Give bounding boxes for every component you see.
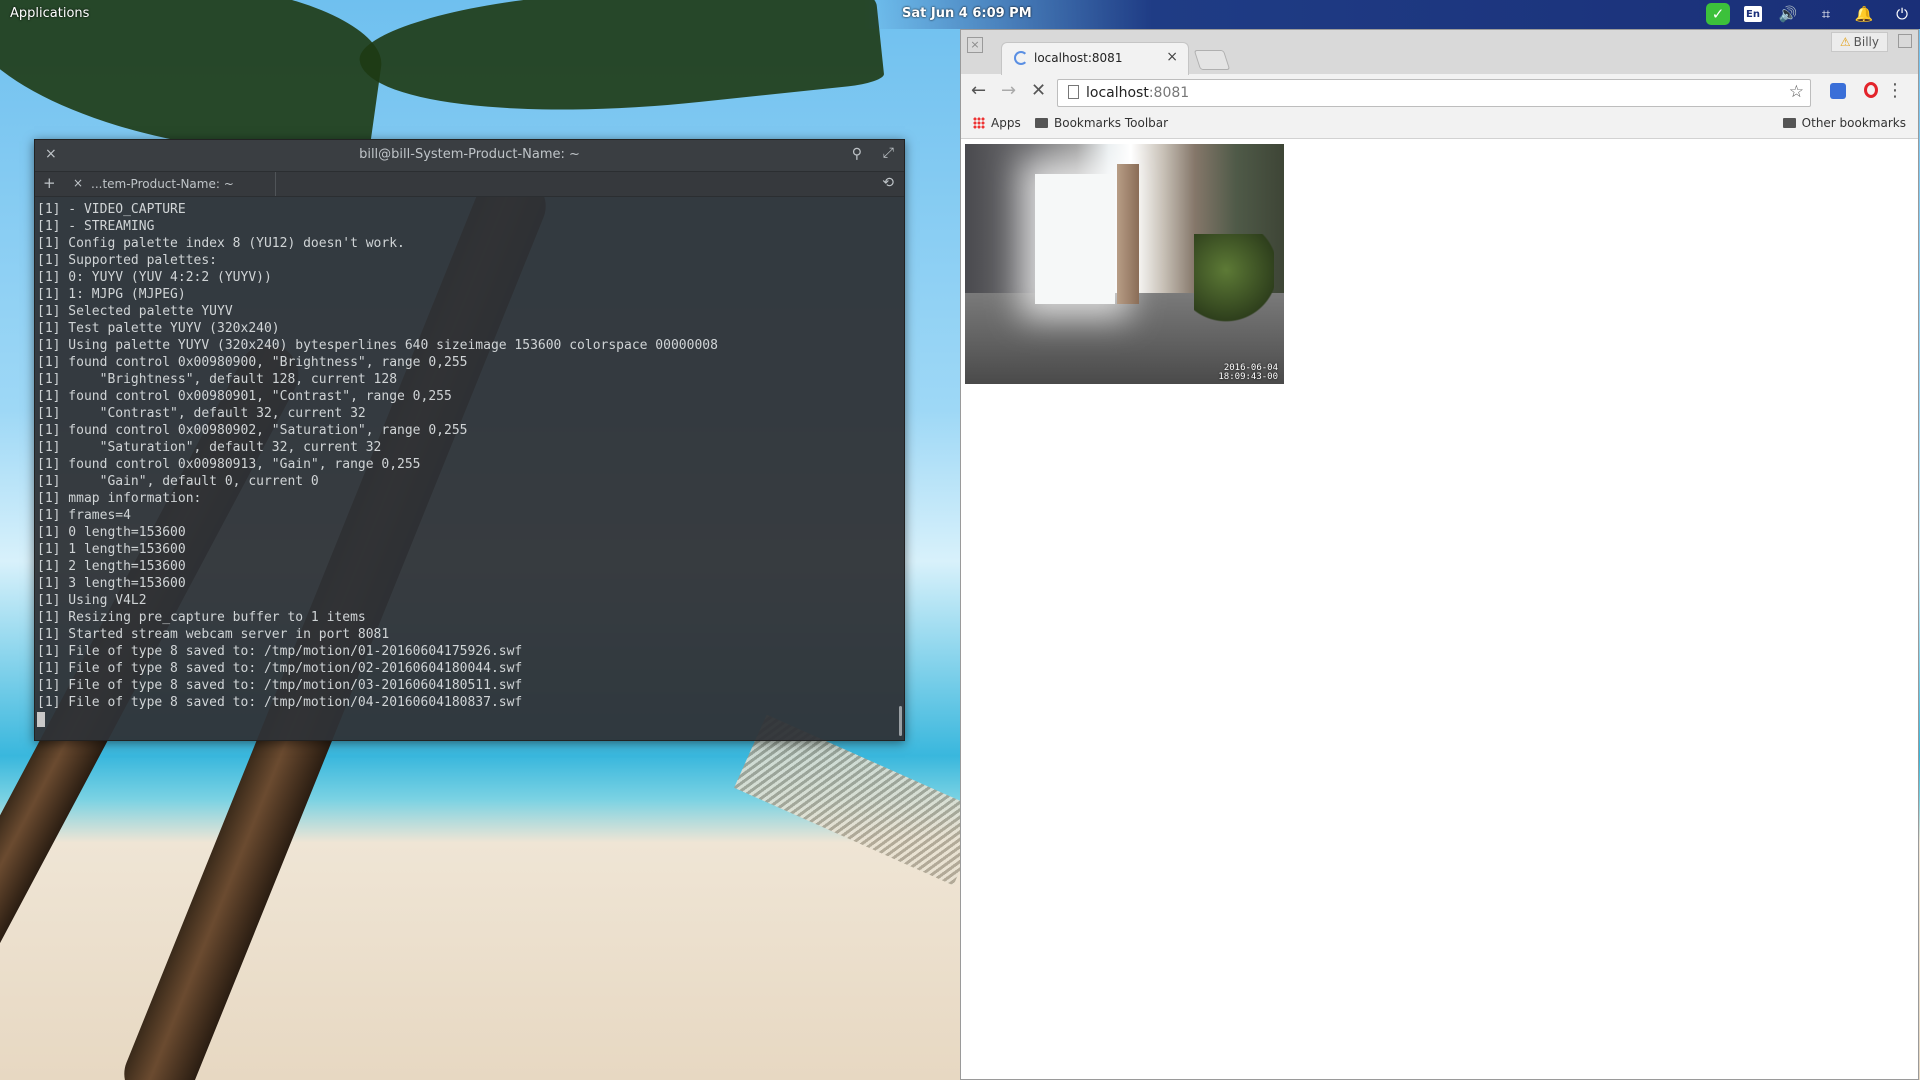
terminal-line: [1] File of type 8 saved to: /tmp/motion… xyxy=(37,678,523,693)
system-tray: ✓ En 🔊 ⌗ 🔔 ⏻ xyxy=(1706,3,1914,25)
terminal-title: bill@bill-System-Product-Name: ~ xyxy=(359,147,580,162)
update-check-icon[interactable]: ✓ xyxy=(1706,3,1730,25)
browser-tab-title: localhost:8081 xyxy=(1034,51,1123,65)
terminal-line: [1] - VIDEO_CAPTURE xyxy=(37,202,186,217)
bookmarks-bar: Apps Bookmarks Toolbar Other bookmarks xyxy=(961,110,1918,137)
address-bar[interactable]: localhost:8081 ☆ xyxy=(1057,79,1811,107)
browser-tab-close-icon[interactable]: × xyxy=(1166,49,1178,65)
volume-icon[interactable]: 🔊 xyxy=(1776,3,1800,25)
window-close-icon[interactable]: × xyxy=(967,37,983,53)
terminal-line: [1] "Gain", default 0, current 0 xyxy=(37,474,319,489)
browser-toolbar: ← → ✕ localhost:8081 ☆ ⋮ xyxy=(961,74,1918,110)
power-icon[interactable]: ⏻ xyxy=(1890,3,1914,25)
terminal-line: [1] "Saturation", default 32, current 32 xyxy=(37,440,382,455)
webcam-timestamp: 2016-06-04 18:09:43-00 xyxy=(1218,364,1278,382)
folder-icon xyxy=(1782,118,1796,128)
terminal-cursor xyxy=(37,712,45,727)
terminal-line: [1] - STREAMING xyxy=(37,219,155,234)
keyboard-layout-icon[interactable]: En xyxy=(1744,6,1762,22)
terminal-line: [1] Using V4L2 xyxy=(37,593,147,608)
browser-chrome: × localhost:8081 × ⚠ Billy ← → ✕ localhos… xyxy=(961,30,1918,139)
terminal-line: [1] File of type 8 saved to: /tmp/motion… xyxy=(37,695,523,710)
terminal-tab[interactable]: × ...tem-Product-Name: ~ xyxy=(65,172,276,196)
folder-icon xyxy=(1035,118,1048,128)
loading-spinner-icon xyxy=(1014,51,1028,65)
maximize-icon[interactable]: ⤢ xyxy=(883,145,894,161)
extension-icon[interactable] xyxy=(1830,83,1846,99)
url-port: :8081 xyxy=(1148,85,1190,101)
terminal-line: [1] 2 length=153600 xyxy=(37,559,186,574)
terminal-line: [1] 3 length=153600 xyxy=(37,576,186,591)
terminal-line: [1] 0: YUYV (YUV 4:2:2 (YUYV)) xyxy=(37,270,272,285)
terminal-line: [1] 0 length=153600 xyxy=(37,525,186,540)
terminal-line: [1] Supported palettes: xyxy=(37,253,218,268)
terminal-line: [1] File of type 8 saved to: /tmp/motion… xyxy=(37,644,523,659)
webcam-stream-image: 2016-06-04 18:09:43-00 xyxy=(965,144,1284,384)
bookmark-apps[interactable]: Apps xyxy=(973,116,1021,130)
terminal-line: [1] found control 0x00980902, "Saturatio… xyxy=(37,423,468,438)
terminal-tabbar: + × ...tem-Product-Name: ~ ⟲ xyxy=(35,172,904,197)
terminal-line: [1] "Brightness", default 128, current 1… xyxy=(37,372,398,387)
history-icon[interactable]: ⟲ xyxy=(882,175,894,191)
warning-icon: ⚠ xyxy=(1839,35,1851,49)
terminal-window[interactable]: × bill@bill-System-Product-Name: ~ ⚲ ⤢ +… xyxy=(34,139,905,741)
terminal-line: [1] found control 0x00980900, "Brightnes… xyxy=(37,355,468,370)
webcam-timestamp-time: 18:09:43-00 xyxy=(1218,372,1278,382)
terminal-tab-label: ...tem-Product-Name: ~ xyxy=(91,177,234,191)
terminal-cursor-line xyxy=(37,711,902,728)
bookmarks-toolbar-folder[interactable]: Bookmarks Toolbar xyxy=(1035,116,1168,130)
terminal-line: [1] Config palette index 8 (YU12) doesn'… xyxy=(37,236,405,251)
terminal-line: [1] 1 length=153600 xyxy=(37,542,186,557)
browser-menu-icon[interactable]: ⋮ xyxy=(1886,80,1904,101)
terminal-line: [1] found control 0x00980913, "Gain", ra… xyxy=(37,457,421,472)
terminal-line: [1] File of type 8 saved to: /tmp/motion… xyxy=(37,661,523,676)
terminal-line: [1] Test palette YUYV (320x240) xyxy=(37,321,280,336)
terminal-line: [1] Using palette YUYV (320x240) bytespe… xyxy=(37,338,718,353)
terminal-line: [1] Started stream webcam server in port… xyxy=(37,627,390,642)
notification-bell-icon[interactable]: 🔔 xyxy=(1852,3,1876,25)
webcam-window xyxy=(1035,174,1115,304)
page-info-icon[interactable] xyxy=(1068,85,1079,99)
back-button[interactable]: ← xyxy=(971,80,986,101)
terminal-output[interactable]: [1] - VIDEO_CAPTURE [1] - STREAMING [1] Co… xyxy=(35,197,904,728)
top-panel: Applications Sat Jun 4 6:09 PM ✓ En 🔊 ⌗ … xyxy=(0,0,1920,29)
other-bookmarks-folder[interactable]: Other bookmarks xyxy=(1782,116,1906,130)
webcam-curtain xyxy=(1117,164,1139,304)
terminal-line: [1] frames=4 xyxy=(37,508,131,523)
new-tab-button[interactable] xyxy=(1193,50,1231,70)
browser-tabstrip: × localhost:8081 × ⚠ Billy xyxy=(961,30,1918,75)
other-bookmarks-label: Other bookmarks xyxy=(1801,116,1906,130)
terminal-line: [1] Selected palette YUYV xyxy=(37,304,233,319)
stop-button[interactable]: ✕ xyxy=(1031,80,1046,101)
tab-close-icon[interactable]: × xyxy=(73,176,83,190)
terminal-scrollbar[interactable] xyxy=(899,706,902,736)
network-icon[interactable]: ⌗ xyxy=(1814,3,1838,25)
new-tab-icon[interactable]: + xyxy=(43,174,56,192)
opera-extension-icon[interactable] xyxy=(1864,82,1878,98)
terminal-line: [1] Resizing pre_capture buffer to 1 ite… xyxy=(37,610,366,625)
url-host: localhost xyxy=(1086,85,1149,101)
terminal-titlebar[interactable]: × bill@bill-System-Product-Name: ~ ⚲ ⤢ xyxy=(35,140,904,172)
terminal-line: [1] 1: MJPG (MJPEG) xyxy=(37,287,186,302)
terminal-line: [1] mmap information: xyxy=(37,491,202,506)
clock[interactable]: Sat Jun 4 6:09 PM xyxy=(902,6,1032,21)
page-content: 2016-06-04 18:09:43-00 xyxy=(961,139,1918,1079)
bookmark-apps-label: Apps xyxy=(991,116,1021,130)
browser-tab-active[interactable]: localhost:8081 × xyxy=(1001,42,1189,75)
profile-name: Billy xyxy=(1853,35,1879,49)
apps-grid-icon xyxy=(973,117,985,129)
search-icon[interactable]: ⚲ xyxy=(852,146,862,162)
profile-button[interactable]: ⚠ Billy xyxy=(1830,32,1888,52)
terminal-line: [1] "Contrast", default 32, current 32 xyxy=(37,406,366,421)
window-restore-icon[interactable] xyxy=(1898,34,1912,48)
terminal-line: [1] found control 0x00980901, "Contrast"… xyxy=(37,389,452,404)
webcam-plant xyxy=(1194,234,1274,324)
url-text[interactable]: localhost:8081 xyxy=(1086,85,1189,101)
bookmark-star-icon[interactable]: ☆ xyxy=(1789,82,1804,102)
browser-window[interactable]: × localhost:8081 × ⚠ Billy ← → ✕ localhos… xyxy=(960,29,1919,1080)
forward-button[interactable]: → xyxy=(1001,80,1016,101)
applications-menu[interactable]: Applications xyxy=(10,6,89,21)
bookmarks-toolbar-label: Bookmarks Toolbar xyxy=(1054,116,1169,130)
